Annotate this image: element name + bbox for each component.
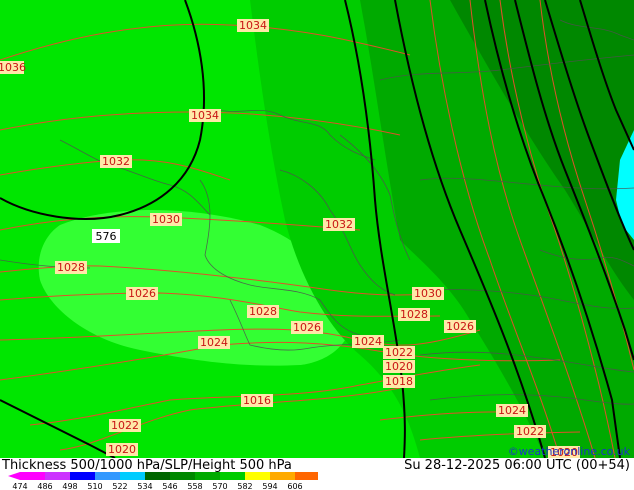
svg-text:1022: 1022 (111, 419, 139, 432)
isobar-label: 1018 (383, 375, 415, 388)
height-label: 576 (96, 230, 117, 243)
isobar-label: 1026 (126, 287, 158, 300)
scale-label: 594 (262, 482, 277, 490)
map-canvas: 1036 1034 1034 1032 1030 1032 1028 1026 … (0, 0, 634, 459)
scale-swatch (145, 472, 170, 480)
isobar-label: 1024 (496, 404, 528, 417)
scale-swatch (120, 472, 145, 480)
svg-text:1026: 1026 (446, 320, 474, 333)
isobar-label: 1022 (514, 425, 546, 438)
weather-map: 1036 1034 1034 1032 1030 1032 1028 1026 … (0, 0, 634, 459)
scale-swatch (295, 472, 318, 480)
isobar-label: 1026 (291, 321, 323, 334)
svg-text:1024: 1024 (354, 335, 382, 348)
svg-text:1034: 1034 (191, 109, 219, 122)
scale-labels: 474 486 498 510 522 534 546 558 570 582 594 606 (12, 482, 302, 490)
svg-text:1024: 1024 (498, 404, 526, 417)
isobar-label: 1022 (383, 346, 415, 359)
svg-text:1020: 1020 (108, 443, 136, 456)
scale-swatches (8, 472, 318, 480)
svg-text:1018: 1018 (385, 375, 413, 388)
scale-swatch (20, 472, 45, 480)
map-title: Thickness 500/1000 hPa/SLP/Height 500 hP… (2, 458, 292, 473)
scale-label: 606 (287, 482, 302, 490)
scale-label: 510 (87, 482, 102, 490)
scale-label: 498 (62, 482, 77, 490)
svg-text:1030: 1030 (152, 213, 180, 226)
svg-text:1032: 1032 (325, 218, 353, 231)
scale-label: 474 (12, 482, 27, 490)
isobar-label: 1020 (383, 360, 415, 373)
scale-swatch (245, 472, 270, 480)
scale-label: 570 (212, 482, 227, 490)
svg-text:1024: 1024 (200, 336, 228, 349)
isobar-label: 1024 (198, 336, 230, 349)
svg-text:1020: 1020 (385, 360, 413, 373)
scale-swatch (70, 472, 95, 480)
isobar-label: 1016 (241, 394, 273, 407)
svg-text:1016: 1016 (243, 394, 271, 407)
isobar-label: 1030 (150, 213, 182, 226)
caption-bar: Thickness 500/1000 hPa/SLP/Height 500 hP… (0, 458, 634, 490)
svg-text:1030: 1030 (414, 287, 442, 300)
scale-label: 522 (112, 482, 127, 490)
scale-swatch (95, 472, 120, 480)
svg-text:1028: 1028 (400, 308, 428, 321)
isobar-label: 1024 (352, 335, 384, 348)
scale-arrow (8, 472, 20, 480)
svg-text:1026: 1026 (128, 287, 156, 300)
isobar-label: 1032 (100, 155, 132, 168)
isobar-label: 1026 (444, 320, 476, 333)
isobar-label: 1032 (323, 218, 355, 231)
isobar-label: 1036 (0, 61, 26, 74)
isobar-label: 1034 (237, 19, 269, 32)
scale-label: 582 (237, 482, 252, 490)
isobar-label: 1034 (189, 109, 221, 122)
svg-text:1034: 1034 (239, 19, 267, 32)
color-scale: 474 486 498 510 522 534 546 558 570 582 594 606 (8, 472, 318, 490)
height-labels: 576 (92, 229, 120, 243)
svg-text:1032: 1032 (102, 155, 130, 168)
credit-text: ©weatheronline.co.uk (507, 445, 630, 458)
isobar-label: 1022 (109, 419, 141, 432)
isobar-label: 1028 (398, 308, 430, 321)
scale-swatch (220, 472, 245, 480)
scale-swatch (270, 472, 295, 480)
svg-text:1026: 1026 (293, 321, 321, 334)
isobar-label: 1028 (55, 261, 87, 274)
svg-text:1022: 1022 (385, 346, 413, 359)
svg-text:1028: 1028 (249, 305, 277, 318)
isobar-label: 1028 (247, 305, 279, 318)
scale-label: 558 (187, 482, 202, 490)
scale-label: 546 (162, 482, 177, 490)
svg-text:1022: 1022 (516, 425, 544, 438)
isobar-label: 1030 (412, 287, 444, 300)
svg-text:1028: 1028 (57, 261, 85, 274)
svg-text:1036: 1036 (0, 61, 26, 74)
scale-label: 534 (137, 482, 152, 490)
isobar-label: 1020 (106, 443, 138, 456)
valid-time: Su 28-12-2025 06:00 UTC (00+54) (404, 458, 630, 473)
scale-label: 486 (37, 482, 52, 490)
scale-swatch (45, 472, 70, 480)
scale-swatch (170, 472, 195, 480)
scale-swatch (195, 472, 220, 480)
